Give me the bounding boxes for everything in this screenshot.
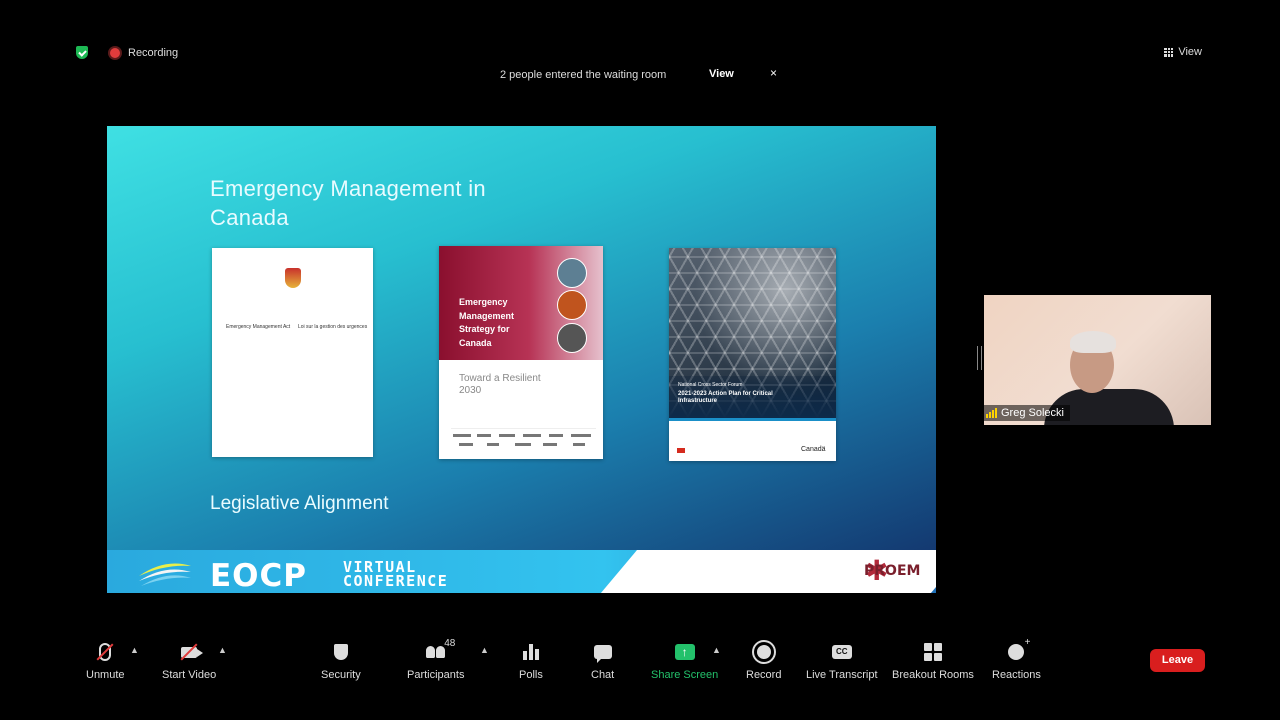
slide-title: Emergency Management in Canada (210, 176, 486, 230)
audio-options-caret[interactable]: ▲ (130, 645, 139, 655)
view-button[interactable]: View (1164, 46, 1202, 58)
waiting-room-notice: 2 people entered the waiting room (500, 69, 667, 81)
participant-name: Greg Solecki (1001, 407, 1064, 419)
chat-icon (593, 645, 612, 663)
waiting-room-view-button[interactable]: View (709, 68, 734, 80)
doc2-subtitle: Toward a Resilient 2030 (459, 373, 541, 396)
critical-infrastructure-action-plan-document: National Cross Sector Forum 2021-2023 Ac… (669, 248, 836, 461)
doc2-photo-1 (557, 258, 587, 288)
start-video-label: Start Video (162, 669, 217, 681)
recording-label: Recording (128, 46, 179, 59)
chat-label: Chat (591, 669, 615, 681)
live-transcript-label: Live Transcript (806, 669, 878, 681)
share-options-caret[interactable]: ▲ (712, 645, 721, 655)
participants-icon (426, 646, 446, 658)
doc1-right-heading: Loi sur la gestion des urgences (298, 324, 368, 330)
participants-label: Participants (407, 669, 465, 681)
share-screen-label: Share Screen (651, 669, 719, 681)
panel-resize-handle[interactable] (977, 346, 982, 370)
security-label: Security (321, 669, 361, 681)
doc3-footer-brand: Canadä (801, 446, 826, 453)
shared-screen-slide: Emergency Management in Canada Emergency… (107, 126, 936, 593)
view-grid-icon (1164, 47, 1174, 57)
share-screen-button[interactable]: ↑ Share Screen (651, 640, 718, 681)
reactions-label: Reactions (992, 669, 1041, 681)
slide-subtitle: Legislative Alignment (210, 493, 389, 514)
leave-button[interactable]: Leave (1150, 649, 1205, 672)
participant-video-tile[interactable]: Greg Solecki (984, 295, 1211, 425)
banner-eocp: EOCP (210, 558, 307, 593)
doc2-partner-logos (451, 428, 596, 451)
polls-label: Polls (519, 669, 543, 681)
canada-coat-of-arms-icon (285, 268, 301, 288)
recording-icon (110, 47, 120, 58)
record-label: Record (746, 669, 782, 681)
banner-proem: PROEM (864, 563, 921, 579)
breakout-rooms-label: Breakout Rooms (892, 669, 974, 681)
record-icon (756, 645, 771, 659)
emergency-management-act-document: Emergency Management Act Loi sur la gest… (212, 248, 373, 457)
reactions-icon (1008, 637, 1030, 660)
eocp-logo-icon (139, 563, 191, 586)
banner-virtual-line2: CONFERENCE (343, 572, 449, 590)
security-button[interactable]: Security (321, 640, 361, 681)
video-options-caret[interactable]: ▲ (218, 645, 227, 655)
live-transcript-button[interactable]: CC Live Transcript (806, 640, 878, 681)
eocp-conference-banner: EOCP VIRTUAL CONFERENCE ✱ PROEM (107, 550, 936, 593)
polls-icon (522, 644, 539, 660)
participants-button[interactable]: 48 Participants (407, 638, 465, 681)
cc-icon: CC (831, 645, 852, 659)
doc1-left-heading: Emergency Management Act (226, 324, 291, 330)
participant-name-tag: Greg Solecki (984, 405, 1070, 421)
connection-signal-icon (986, 408, 997, 418)
view-label: View (1178, 46, 1202, 58)
doc2-photo-3 (557, 323, 587, 353)
participants-count: 48 (444, 638, 456, 649)
polls-button[interactable]: Polls (519, 640, 543, 681)
close-icon[interactable]: × (770, 66, 777, 80)
breakout-rooms-button[interactable]: Breakout Rooms (892, 640, 974, 681)
security-shield-icon (333, 644, 348, 660)
record-button[interactable]: Record (746, 640, 781, 681)
doc2-title: Emergency Management Strategy for Canada (459, 297, 515, 348)
unmute-label: Unmute (86, 669, 125, 681)
emergency-management-strategy-document: Emergency Management Strategy for Canada… (439, 246, 603, 459)
doc3-footer: Canadä (675, 446, 830, 456)
banner-virtual-conference: VIRTUAL CONFERENCE (343, 560, 449, 590)
participants-options-caret[interactable]: ▲ (480, 645, 489, 655)
start-video-button[interactable]: Start Video (162, 640, 216, 681)
reactions-button[interactable]: Reactions (992, 637, 1041, 681)
breakout-rooms-icon (923, 643, 942, 661)
doc3-org: National Cross Sector Forum (678, 382, 743, 388)
unmute-button[interactable]: Unmute (86, 640, 125, 681)
recording-indicator: Recording (76, 46, 178, 59)
secure-shield-icon[interactable] (76, 46, 88, 59)
doc2-photo-2 (557, 290, 587, 320)
doc3-title: 2021-2023 Action Plan for Critical Infra… (678, 391, 773, 404)
chat-button[interactable]: Chat (591, 640, 614, 681)
share-screen-icon: ↑ (674, 644, 695, 660)
